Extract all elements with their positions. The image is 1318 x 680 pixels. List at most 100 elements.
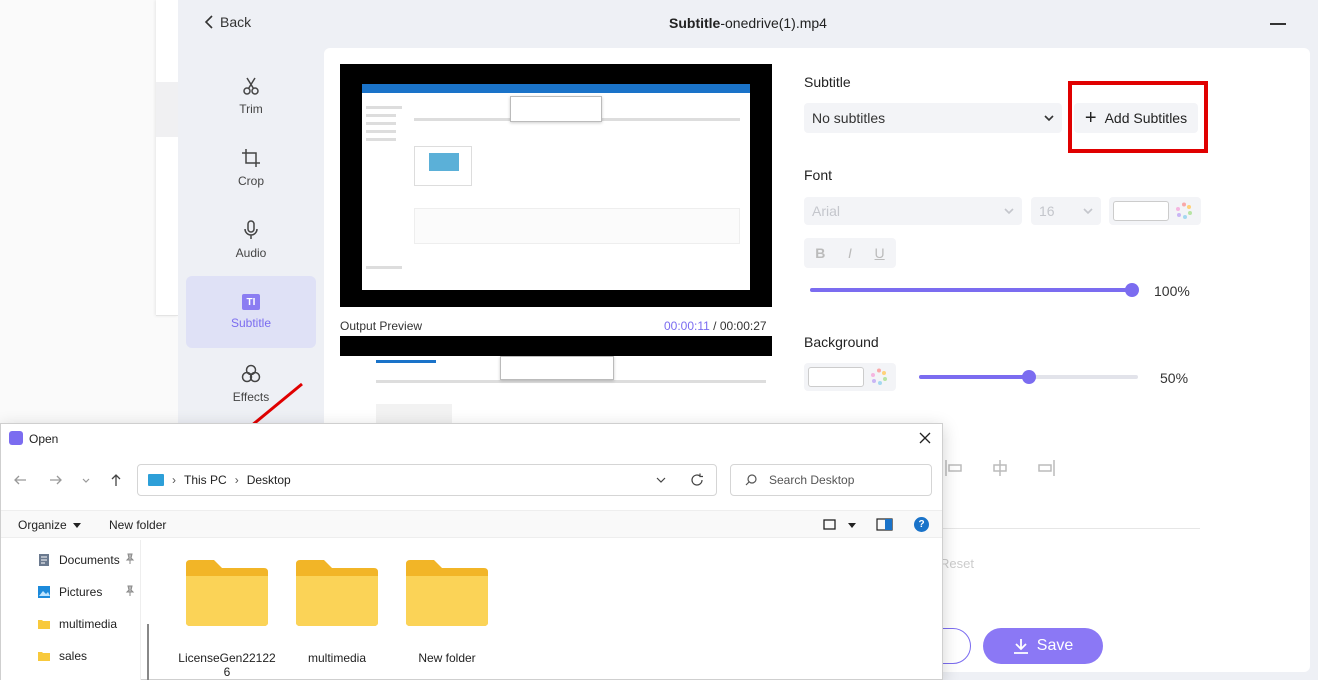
font-size-select[interactable]: 16 — [1031, 197, 1101, 225]
folder-item[interactable]: LicenseGen22122 6 — [177, 558, 277, 679]
subtitle-section-label: Subtitle — [804, 74, 851, 90]
breadcrumb-desktop[interactable]: Desktop — [247, 473, 291, 487]
refresh-icon[interactable] — [690, 473, 704, 487]
chevron-down-icon[interactable] — [81, 473, 91, 487]
tool-crop-label: Crop — [237, 174, 264, 188]
nav-item-multimedia[interactable]: multimedia — [37, 617, 117, 631]
slider-knob[interactable] — [1125, 283, 1139, 297]
folder-name: multimedia — [307, 651, 367, 665]
tool-trim[interactable]: Trim — [186, 60, 316, 132]
slider-knob[interactable] — [1021, 370, 1036, 384]
nav-item-documents[interactable]: Documents — [37, 553, 135, 567]
tool-subtitle-label: Subtitle — [230, 316, 272, 330]
frame-card — [414, 146, 472, 186]
font-family-select[interactable]: Arial — [804, 197, 1022, 225]
close-icon[interactable] — [916, 429, 934, 447]
organize-label: Organize — [18, 518, 67, 532]
text-format-group: B I U — [804, 238, 896, 268]
preview-frame — [340, 356, 772, 426]
underline-button[interactable]: U — [875, 245, 885, 261]
nav-item-pictures[interactable]: Pictures — [37, 585, 135, 599]
folder-icon — [296, 560, 378, 626]
subtitle-icon: TI — [242, 294, 260, 310]
save-button[interactable]: Save — [983, 628, 1103, 664]
background-opacity-slider[interactable] — [919, 370, 1138, 384]
search-icon — [745, 474, 757, 486]
search-input[interactable]: Search Desktop — [730, 464, 932, 496]
tool-trim-label: Trim — [239, 102, 263, 116]
frame-line — [366, 138, 396, 141]
address-bar[interactable]: › This PC › Desktop — [137, 464, 717, 496]
palette-icon — [1176, 202, 1192, 219]
background-panel — [156, 0, 178, 316]
preview-pane-icon[interactable] — [876, 518, 893, 531]
crop-icon — [242, 149, 260, 167]
video-player[interactable] — [340, 64, 772, 307]
folder-item[interactable]: New folder — [397, 558, 497, 665]
frame-card-image — [429, 153, 459, 171]
help-icon[interactable]: ? — [914, 517, 929, 532]
slider-fill — [810, 288, 1132, 292]
font-opacity-slider[interactable] — [810, 283, 1139, 297]
font-family-value: Arial — [812, 203, 841, 219]
folder-icon — [38, 652, 50, 661]
title-filename: -onedrive(1).mp4 — [720, 15, 827, 31]
file-list: LicenseGen22122 6 multimedia New folder — [156, 540, 942, 680]
frame-line — [366, 114, 396, 117]
microphone-icon — [244, 220, 258, 239]
dialog-navigation-pane: Documents Pictures multimedia sales — [1, 540, 141, 680]
preview-dialog — [500, 356, 614, 380]
organize-menu[interactable]: Organize — [18, 518, 81, 532]
tool-sidebar: Trim Crop Audio TI Subtitle Effects — [186, 60, 316, 420]
italic-button[interactable]: I — [848, 245, 852, 261]
background-color-swatch — [808, 367, 864, 387]
align-left-icon[interactable] — [944, 458, 964, 478]
font-color-swatch — [1113, 201, 1169, 221]
pin-icon — [125, 585, 135, 596]
arrow-left-icon[interactable] — [13, 473, 27, 487]
view-mode-icon[interactable] — [823, 518, 836, 531]
new-folder-button[interactable]: New folder — [109, 518, 166, 532]
breadcrumb-this-pc[interactable]: This PC — [184, 473, 227, 487]
position-align-group — [944, 458, 1056, 478]
frame-line — [366, 122, 396, 125]
nav-item-sales[interactable]: sales — [37, 649, 87, 663]
frame-line — [366, 130, 396, 133]
reset-button[interactable]: Reset — [940, 556, 974, 571]
font-color-picker[interactable] — [1109, 197, 1201, 225]
pin-icon — [125, 553, 135, 564]
folder-item[interactable]: multimedia — [287, 558, 387, 665]
preview-line — [376, 380, 766, 383]
arrow-up-icon[interactable] — [109, 473, 123, 487]
output-preview — [340, 336, 772, 426]
folder-icon — [406, 560, 488, 626]
folder-icon — [186, 560, 268, 626]
frame-table — [414, 208, 740, 244]
background-opacity-value: 50% — [1160, 370, 1189, 386]
background-section-label: Background — [804, 334, 879, 350]
preview-line — [376, 360, 436, 363]
font-size-value: 16 — [1039, 203, 1055, 219]
font-section-label: Font — [804, 167, 833, 183]
chevron-down-icon[interactable] — [656, 476, 666, 484]
folder-name-line2: 6 — [223, 665, 231, 679]
pictures-icon — [38, 586, 50, 598]
minimize-button[interactable] — [1270, 23, 1286, 25]
download-icon — [1013, 639, 1028, 654]
frame-line — [366, 266, 402, 269]
bold-button[interactable]: B — [815, 245, 825, 261]
frame-line — [366, 106, 402, 109]
arrow-right-icon[interactable] — [49, 473, 63, 487]
align-right-icon[interactable] — [1036, 458, 1056, 478]
search-placeholder: Search Desktop — [769, 473, 855, 487]
tool-subtitle[interactable]: TI Subtitle — [186, 276, 316, 348]
tool-audio[interactable]: Audio — [186, 204, 316, 276]
tool-crop[interactable]: Crop — [186, 132, 316, 204]
navigation-scrollbar[interactable] — [147, 624, 149, 680]
caret-down-icon[interactable] — [848, 523, 856, 528]
this-pc-icon — [148, 474, 164, 486]
subtitle-select[interactable]: No subtitles — [804, 103, 1062, 133]
align-center-icon[interactable] — [990, 458, 1010, 478]
folder-icon — [38, 620, 50, 629]
background-color-picker[interactable] — [804, 363, 896, 391]
